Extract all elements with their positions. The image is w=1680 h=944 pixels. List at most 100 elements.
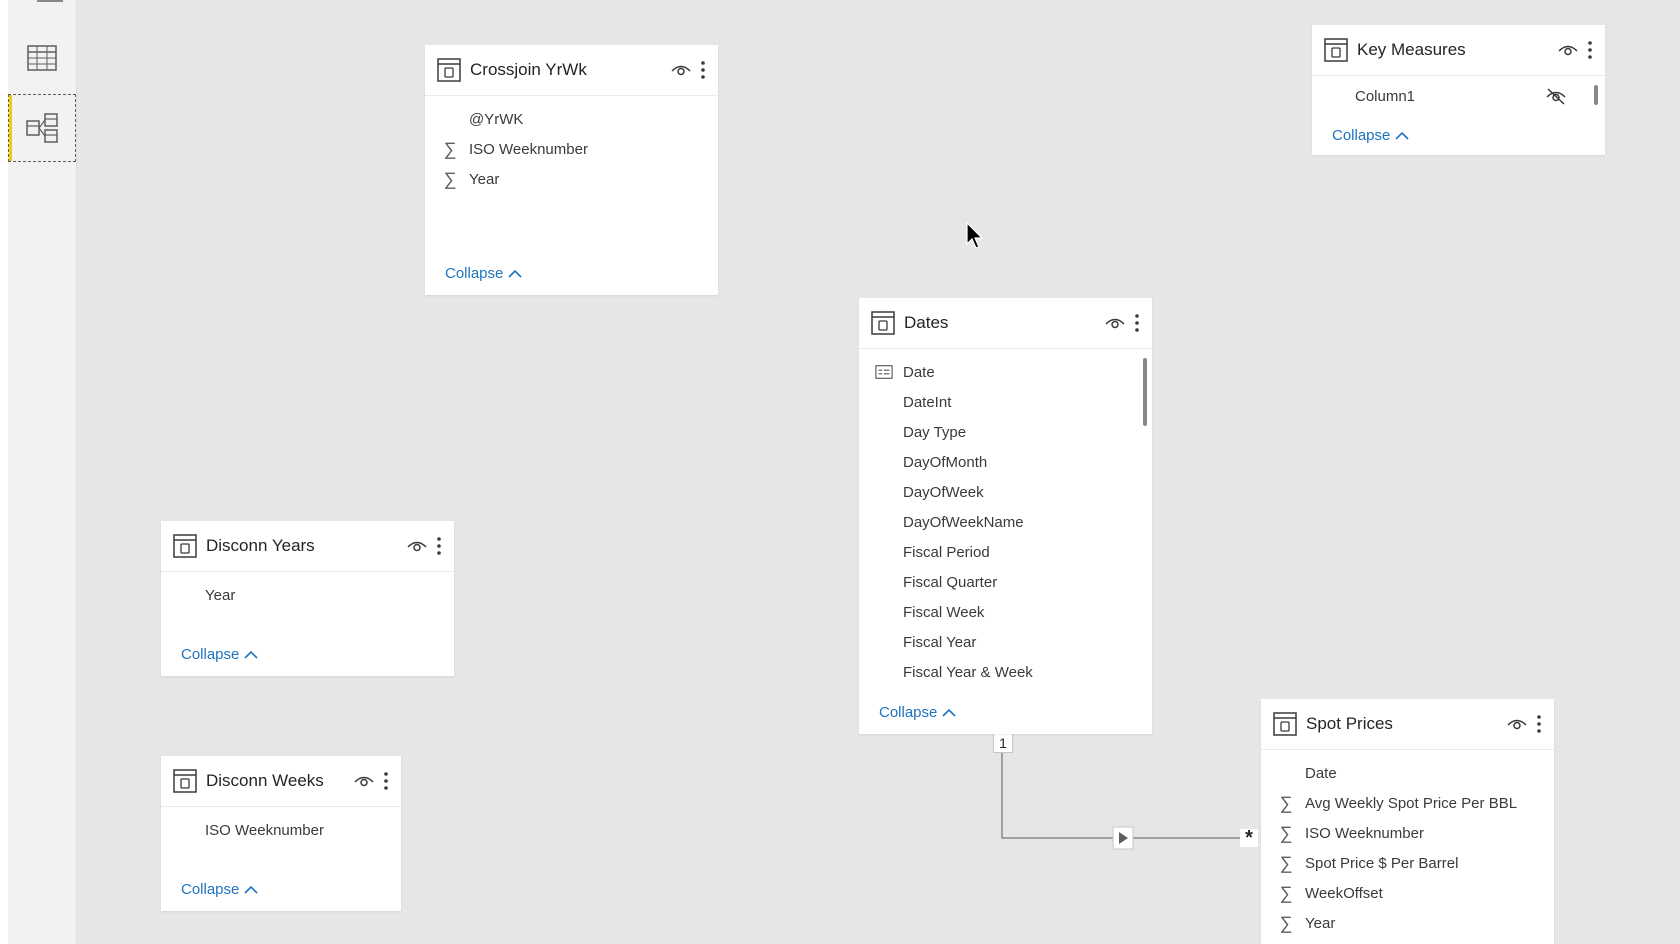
- more-options-icon[interactable]: [1536, 714, 1542, 734]
- field-row[interactable]: Fiscal Period: [859, 537, 1152, 567]
- table-header[interactable]: Key Measures: [1312, 25, 1605, 76]
- field-name: Column1: [1355, 87, 1416, 105]
- table-icon: [436, 57, 462, 83]
- table-header[interactable]: Disconn Years: [161, 521, 454, 572]
- field-name: DayOfMonth: [903, 453, 988, 471]
- visibility-eye-icon[interactable]: [670, 62, 692, 78]
- field-row[interactable]: DateInt: [859, 387, 1152, 417]
- date-key-icon: [875, 363, 893, 381]
- more-options-icon[interactable]: [700, 60, 706, 80]
- table-icon: [172, 533, 198, 559]
- table-card-crossjoin-yrwk[interactable]: Crossjoin YrWk @YrWK ∑ ISO Weeknumber ∑ …: [425, 45, 718, 295]
- collapse-link[interactable]: Collapse: [1332, 127, 1409, 144]
- sigma-icon: ∑: [1279, 912, 1293, 933]
- table-header[interactable]: Crossjoin YrWk: [425, 45, 718, 96]
- field-row[interactable]: Date: [1261, 758, 1554, 788]
- table-icon: [1323, 37, 1349, 63]
- collapse-label: Collapse: [1332, 127, 1391, 144]
- collapse-label: Collapse: [445, 265, 504, 282]
- field-name: Avg Weekly Spot Price Per BBL: [1305, 794, 1518, 812]
- relationship-many-badge: *: [1240, 828, 1258, 848]
- field-row[interactable]: Year: [161, 580, 454, 610]
- field-name: DayOfWeek: [903, 483, 984, 501]
- field-row[interactable]: Fiscal Week: [859, 597, 1152, 627]
- chevron-up-icon: [1395, 131, 1409, 140]
- field-name: Spot Price $ Per Barrel: [1305, 854, 1459, 872]
- visibility-eye-icon[interactable]: [1557, 42, 1579, 58]
- more-options-icon[interactable]: [383, 771, 389, 791]
- field-name: Date: [1305, 764, 1337, 782]
- field-row[interactable]: ∑ WeekOffset: [1261, 878, 1554, 908]
- collapse-link[interactable]: Collapse: [445, 265, 522, 282]
- sigma-icon: ∑: [443, 138, 457, 159]
- visibility-eye-icon[interactable]: [1506, 716, 1528, 732]
- table-card-disconn-weeks[interactable]: Disconn Weeks ISO Weeknumber Collapse: [161, 756, 401, 911]
- more-options-icon[interactable]: [1587, 40, 1593, 60]
- field-row[interactable]: ∑ ISO Weeknumber: [1261, 818, 1554, 848]
- table-icon: [1272, 711, 1298, 737]
- table-title: Dates: [904, 313, 949, 332]
- field-row[interactable]: ∑ Year: [425, 164, 718, 194]
- visibility-eye-icon[interactable]: [406, 538, 428, 554]
- field-row[interactable]: Day Type: [859, 417, 1152, 447]
- field-row[interactable]: ∑ ISO Weeknumber: [425, 134, 718, 164]
- field-row[interactable]: DayOfWeek: [859, 477, 1152, 507]
- hidden-eye-icon[interactable]: [1545, 87, 1567, 105]
- more-options-icon[interactable]: [436, 536, 442, 556]
- field-name: Fiscal Quarter: [903, 573, 998, 591]
- table-card-disconn-years[interactable]: Disconn Years Year Collapse: [161, 521, 454, 676]
- field-row[interactable]: ∑ Year: [1261, 908, 1554, 938]
- scrollbar[interactable]: [1594, 85, 1598, 105]
- table-card-dates[interactable]: Dates Date DateInt Day Type DayOfMonth D…: [859, 298, 1152, 734]
- chevron-up-icon: [244, 650, 258, 659]
- collapse-label: Collapse: [181, 881, 240, 898]
- table-card-spot-prices[interactable]: Spot Prices Date ∑ Avg Weekly Spot Price…: [1261, 699, 1554, 944]
- field-name: Day Type: [903, 423, 967, 441]
- sigma-icon: ∑: [1279, 822, 1293, 843]
- table-icon: [870, 310, 896, 336]
- sigma-icon: ∑: [1279, 882, 1293, 903]
- chevron-up-icon: [942, 708, 956, 717]
- collapse-link[interactable]: Collapse: [879, 704, 956, 721]
- scrollbar[interactable]: [1143, 358, 1147, 426]
- collapse-label: Collapse: [181, 646, 240, 663]
- visibility-eye-icon[interactable]: [353, 773, 375, 789]
- field-name: Fiscal Year: [903, 633, 977, 651]
- field-name: DateInt: [903, 393, 952, 411]
- table-title: Disconn Weeks: [206, 771, 324, 790]
- visibility-eye-icon[interactable]: [1104, 315, 1126, 331]
- field-row[interactable]: DayOfWeekName: [859, 507, 1152, 537]
- field-row[interactable]: ∑ Spot Price $ Per Barrel: [1261, 848, 1554, 878]
- sigma-icon: ∑: [1279, 792, 1293, 813]
- field-row[interactable]: Fiscal Quarter: [859, 567, 1152, 597]
- field-name: Fiscal Period: [903, 543, 990, 561]
- field-row[interactable]: @YrWK: [425, 104, 718, 134]
- field-row[interactable]: ISO Weeknumber: [161, 815, 401, 845]
- field-row[interactable]: Column1: [1312, 81, 1605, 111]
- field-name: ISO Weeknumber: [205, 821, 324, 839]
- table-header[interactable]: Disconn Weeks: [161, 756, 401, 807]
- field-name: Date: [903, 363, 935, 381]
- field-name: Year: [1305, 914, 1336, 932]
- field-row[interactable]: ∑ Avg Weekly Spot Price Per BBL: [1261, 788, 1554, 818]
- field-name: DayOfWeekName: [903, 513, 1024, 531]
- table-card-key-measures[interactable]: Key Measures Column1 Collapse: [1312, 25, 1605, 155]
- field-name: Fiscal Week: [903, 603, 985, 621]
- table-title: Key Measures: [1357, 40, 1466, 59]
- mouse-cursor-icon: [966, 222, 984, 249]
- field-row[interactable]: DayOfMonth: [859, 447, 1152, 477]
- collapse-link[interactable]: Collapse: [181, 881, 258, 898]
- table-icon: [172, 768, 198, 794]
- field-name: ISO Weeknumber: [469, 140, 588, 158]
- sigma-icon: ∑: [1279, 852, 1293, 873]
- table-header[interactable]: Dates: [859, 298, 1152, 349]
- collapse-label: Collapse: [879, 704, 938, 721]
- table-header[interactable]: Spot Prices: [1261, 699, 1554, 750]
- field-row[interactable]: Fiscal Year & Week: [859, 657, 1152, 687]
- field-name: ISO Weeknumber: [1305, 824, 1424, 842]
- more-options-icon[interactable]: [1134, 313, 1140, 333]
- sigma-icon: ∑: [443, 168, 457, 189]
- field-row[interactable]: Date: [859, 357, 1152, 387]
- field-row[interactable]: Fiscal Year: [859, 627, 1152, 657]
- collapse-link[interactable]: Collapse: [181, 646, 258, 663]
